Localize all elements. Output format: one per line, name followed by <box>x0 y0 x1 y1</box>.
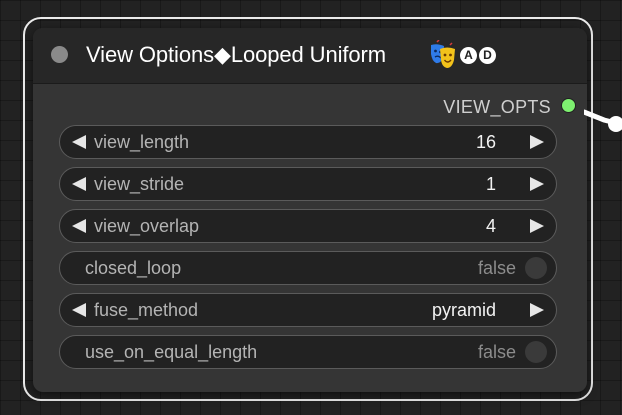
widget-label: view_length <box>94 132 190 152</box>
previous-option-arrow-icon[interactable] <box>70 301 88 319</box>
toggle-switch-icon[interactable] <box>525 341 547 363</box>
widget-label: fuse_method <box>94 300 199 320</box>
widget-label: use_on_equal_length <box>85 342 258 362</box>
toggle-value: false <box>477 342 516 362</box>
decrement-arrow-icon[interactable] <box>70 217 88 235</box>
increment-arrow-icon[interactable] <box>528 175 546 193</box>
d-badge-icon: D <box>479 46 496 64</box>
node-title-bar[interactable]: View Options◆Looped Uniform A D <box>33 28 587 84</box>
a-badge-icon: A <box>460 46 477 64</box>
decrement-arrow-icon[interactable] <box>70 175 88 193</box>
decrement-arrow-icon[interactable] <box>70 133 88 151</box>
collapse-toggle-icon[interactable] <box>51 46 68 63</box>
widget-view-length[interactable]: view_length 16 <box>59 125 557 159</box>
widget-value[interactable]: 4 <box>486 216 496 236</box>
toggle-switch-icon[interactable] <box>525 257 547 279</box>
combo-value[interactable]: pyramid <box>432 300 496 320</box>
toggle-value: false <box>477 258 516 278</box>
output-label: VIEW_OPTS <box>443 97 551 117</box>
node-title: View Options◆Looped Uniform <box>86 42 386 67</box>
widget-fuse-method[interactable]: fuse_method pyramid <box>59 293 557 327</box>
widget-label: view_stride <box>94 174 185 194</box>
widget-label: closed_loop <box>85 258 182 278</box>
widget-closed-loop[interactable]: closed_loop false <box>59 251 557 285</box>
widget-view-overlap[interactable]: view_overlap 4 <box>59 209 557 243</box>
widget-label: view_overlap <box>94 216 200 236</box>
output-view-opts: VIEW_OPTS <box>33 94 587 120</box>
widget-use-on-equal-length[interactable]: use_on_equal_length false <box>59 335 557 369</box>
title-badges: A D <box>428 40 496 70</box>
output-link-wire <box>584 109 622 132</box>
widget-value[interactable]: 16 <box>476 132 496 152</box>
widget-value[interactable]: 1 <box>486 174 496 194</box>
increment-arrow-icon[interactable] <box>528 133 546 151</box>
node-view-options-looped-uniform[interactable]: View Options◆Looped Uniform A D VIEW_OPT… <box>33 28 587 392</box>
widget-view-stride[interactable]: view_stride 1 <box>59 167 557 201</box>
next-option-arrow-icon[interactable] <box>528 301 546 319</box>
theater-masks-icon <box>431 40 455 68</box>
output-slot-icon[interactable] <box>561 98 576 113</box>
increment-arrow-icon[interactable] <box>528 217 546 235</box>
